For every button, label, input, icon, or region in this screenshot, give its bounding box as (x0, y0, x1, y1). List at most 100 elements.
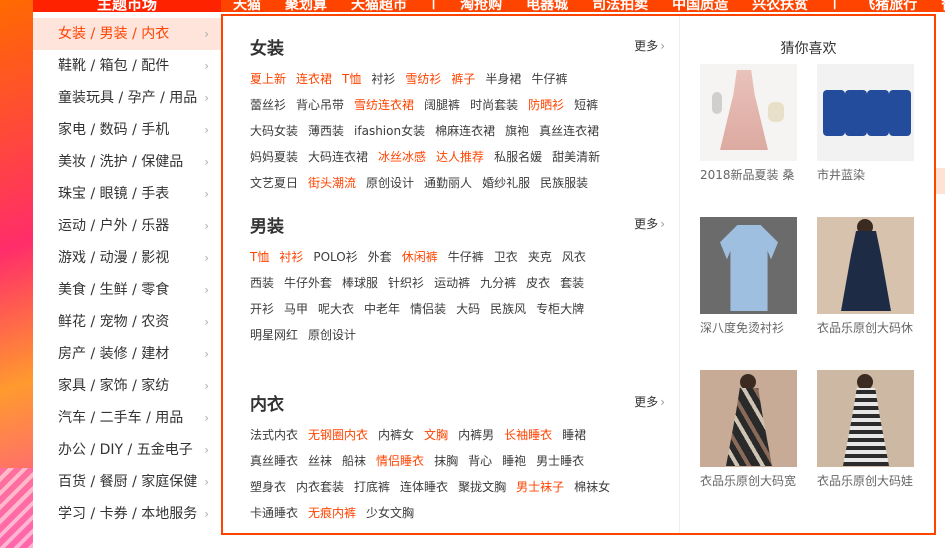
keyword-link[interactable]: 棒球服 (342, 270, 378, 296)
keyword-link[interactable]: 民族服装 (540, 170, 588, 196)
keyword-link[interactable]: 运动裤 (434, 270, 470, 296)
product-caption[interactable]: 衣品乐原创大码娃 (817, 472, 914, 489)
hot-keyword-link[interactable]: 裤子 (451, 66, 475, 92)
hot-keyword-link[interactable]: 情侣睡衣 (376, 448, 424, 474)
top-nav-link[interactable]: 电器城 (526, 0, 568, 12)
product-thumbnail[interactable] (817, 64, 914, 161)
keyword-link[interactable]: 蕾丝衫 (250, 92, 286, 118)
sidebar-category-item[interactable]: 家电 / 数码 / 手机 › (33, 114, 221, 146)
keyword-link[interactable]: 开衫 (250, 296, 274, 322)
product-thumbnail[interactable] (817, 217, 914, 314)
keyword-link[interactable]: 真丝睡衣 (250, 448, 298, 474)
sidebar-category-item[interactable]: 童装玩具 / 孕产 / 用品 › (33, 82, 221, 114)
sidebar-category-item[interactable]: 鞋靴 / 箱包 / 配件 › (33, 50, 221, 82)
keyword-link[interactable]: 妈妈夏装 (250, 144, 298, 170)
keyword-link[interactable]: 棉麻连衣裙 (435, 118, 495, 144)
hot-keyword-link[interactable]: 休闲裤 (402, 244, 438, 270)
keyword-link[interactable]: 睡裙 (562, 422, 586, 448)
keyword-link[interactable]: 西装 (250, 270, 274, 296)
top-nav-link[interactable]: 飞猪旅行 (861, 0, 917, 12)
recommend-card[interactable]: 市井蓝染 (817, 64, 914, 183)
product-caption[interactable]: 市井蓝染 (817, 166, 914, 183)
keyword-link[interactable]: 睡袍 (502, 448, 526, 474)
sidebar-category-item[interactable]: 家具 / 家饰 / 家纺 › (33, 370, 221, 402)
sidebar-category-item[interactable]: 房产 / 装修 / 建材 › (33, 338, 221, 370)
keyword-link[interactable]: 民族风 (490, 296, 526, 322)
keyword-link[interactable]: 船袜 (342, 448, 366, 474)
keyword-link[interactable]: 九分裤 (480, 270, 516, 296)
top-nav-link[interactable]: 兴农扶贫 (752, 0, 808, 12)
keyword-link[interactable]: 棉袜女 (574, 474, 610, 500)
hot-keyword-link[interactable]: 达人推荐 (436, 144, 484, 170)
hot-keyword-link[interactable]: 无痕内裤 (308, 500, 356, 526)
sidebar-category-item[interactable]: 珠宝 / 眼镜 / 手表 › (33, 178, 221, 210)
hot-keyword-link[interactable]: 雪纺连衣裙 (354, 92, 414, 118)
product-thumbnail[interactable] (700, 217, 797, 314)
keyword-link[interactable]: 夹克 (528, 244, 552, 270)
keyword-link[interactable]: 风衣 (562, 244, 586, 270)
hot-keyword-link[interactable]: 文胸 (424, 422, 448, 448)
sidebar-category-item[interactable]: 鲜花 / 宠物 / 农资 › (33, 306, 221, 338)
sidebar-category-item[interactable]: 学习 / 卡券 / 本地服务 › (33, 498, 221, 530)
hot-keyword-link[interactable]: 男士袜子 (516, 474, 564, 500)
sidebar-category-item[interactable]: 办公 / DIY / 五金电子 › (33, 434, 221, 466)
keyword-link[interactable]: 通勤丽人 (424, 170, 472, 196)
sidebar-category-item[interactable]: 美妆 / 洗护 / 保健品 › (33, 146, 221, 178)
keyword-link[interactable]: 卡通睡衣 (250, 500, 298, 526)
hot-keyword-link[interactable]: 冰丝冰感 (378, 144, 426, 170)
top-nav-link[interactable]: 智能生活 (941, 0, 945, 12)
keyword-link[interactable]: 真丝连衣裙 (539, 118, 599, 144)
keyword-link[interactable]: 大码女装 (250, 118, 298, 144)
keyword-link[interactable]: 专柜大牌 (536, 296, 584, 322)
keyword-link[interactable]: ifashion女装 (354, 118, 425, 144)
hot-keyword-link[interactable]: 雪纺衫 (405, 66, 441, 92)
more-link[interactable]: 更多 › (634, 215, 665, 232)
product-thumbnail[interactable] (817, 370, 914, 467)
keyword-link[interactable]: 牛仔裤 (448, 244, 484, 270)
keyword-link[interactable]: 套装 (560, 270, 584, 296)
top-nav-link[interactable]: 中国质造 (672, 0, 728, 12)
hot-keyword-link[interactable]: 街头潮流 (308, 170, 356, 196)
keyword-link[interactable]: 大码 (456, 296, 480, 322)
keyword-link[interactable]: 半身裙 (485, 66, 521, 92)
product-thumbnail[interactable] (700, 370, 797, 467)
sidebar-category-item[interactable]: 美食 / 生鲜 / 零食 › (33, 274, 221, 306)
keyword-link[interactable]: 抹胸 (434, 448, 458, 474)
keyword-link[interactable]: 内衣套装 (296, 474, 344, 500)
product-caption[interactable]: 2018新品夏装 桑 (700, 166, 797, 183)
product-caption[interactable]: 衣品乐原创大码休 (817, 319, 914, 336)
recommend-card[interactable]: 衣品乐原创大码休 (817, 217, 914, 336)
hot-keyword-link[interactable]: 长袖睡衣 (504, 422, 552, 448)
keyword-link[interactable]: 少女文胸 (366, 500, 414, 526)
keyword-link[interactable]: 牛仔裤 (531, 66, 567, 92)
recommend-card[interactable]: 2018新品夏装 桑 (700, 64, 797, 183)
hot-keyword-link[interactable]: 夏上新 (250, 66, 286, 92)
keyword-link[interactable]: 背心 (468, 448, 492, 474)
keyword-link[interactable]: 法式内衣 (250, 422, 298, 448)
top-nav-link[interactable]: 天猫 (233, 0, 261, 12)
keyword-link[interactable]: 呢大衣 (318, 296, 354, 322)
keyword-link[interactable]: 男士睡衣 (536, 448, 584, 474)
keyword-link[interactable]: 时尚套装 (470, 92, 518, 118)
hot-keyword-link[interactable]: 连衣裙 (296, 66, 332, 92)
keyword-link[interactable]: 针织衫 (388, 270, 424, 296)
section-title-text[interactable]: 女装 (250, 39, 284, 59)
sidebar-category-item[interactable]: 游戏 / 动漫 / 影视 › (33, 242, 221, 274)
keyword-link[interactable]: 连体睡衣 (400, 474, 448, 500)
product-caption[interactable]: 衣品乐原创大码宽 (700, 472, 797, 489)
keyword-link[interactable]: 明星网红 (250, 322, 298, 348)
keyword-link[interactable]: 大码连衣裙 (308, 144, 368, 170)
keyword-link[interactable]: 背心吊带 (296, 92, 344, 118)
recommend-card[interactable]: 深八度免烫衬衫 (700, 217, 797, 336)
keyword-link[interactable]: 旗袍 (505, 118, 529, 144)
hot-keyword-link[interactable]: 无钢圈内衣 (308, 422, 368, 448)
keyword-link[interactable]: 原创设计 (366, 170, 414, 196)
keyword-link[interactable]: 内裤女 (378, 422, 414, 448)
sidebar-category-item[interactable]: 百货 / 餐厨 / 家庭保健 › (33, 466, 221, 498)
section-title-text[interactable]: 内衣 (250, 395, 284, 415)
sidebar-category-item[interactable]: 女装 / 男装 / 内衣 › (33, 18, 221, 50)
keyword-link[interactable]: 文艺夏日 (250, 170, 298, 196)
keyword-link[interactable]: 外套 (368, 244, 392, 270)
keyword-link[interactable]: 婚纱礼服 (482, 170, 530, 196)
keyword-link[interactable]: 原创设计 (308, 322, 356, 348)
